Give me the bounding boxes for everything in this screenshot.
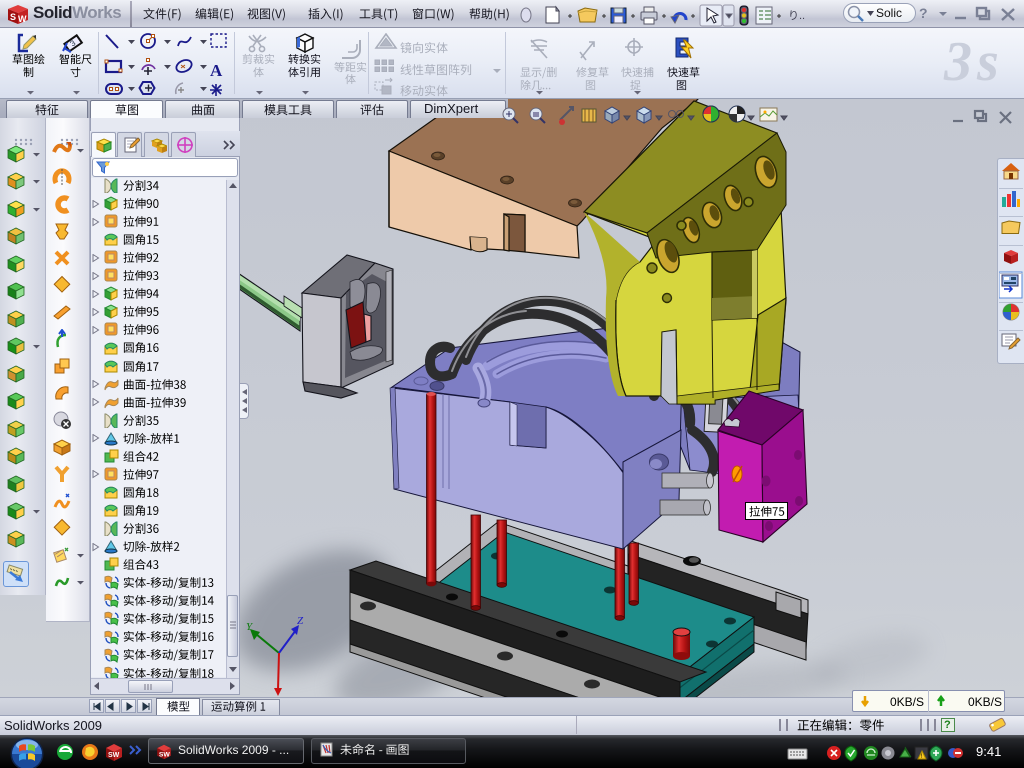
svg-text:Z: Z	[297, 615, 304, 627]
svg-text:SW: SW	[159, 752, 171, 759]
svg-text:SW: SW	[108, 752, 120, 759]
